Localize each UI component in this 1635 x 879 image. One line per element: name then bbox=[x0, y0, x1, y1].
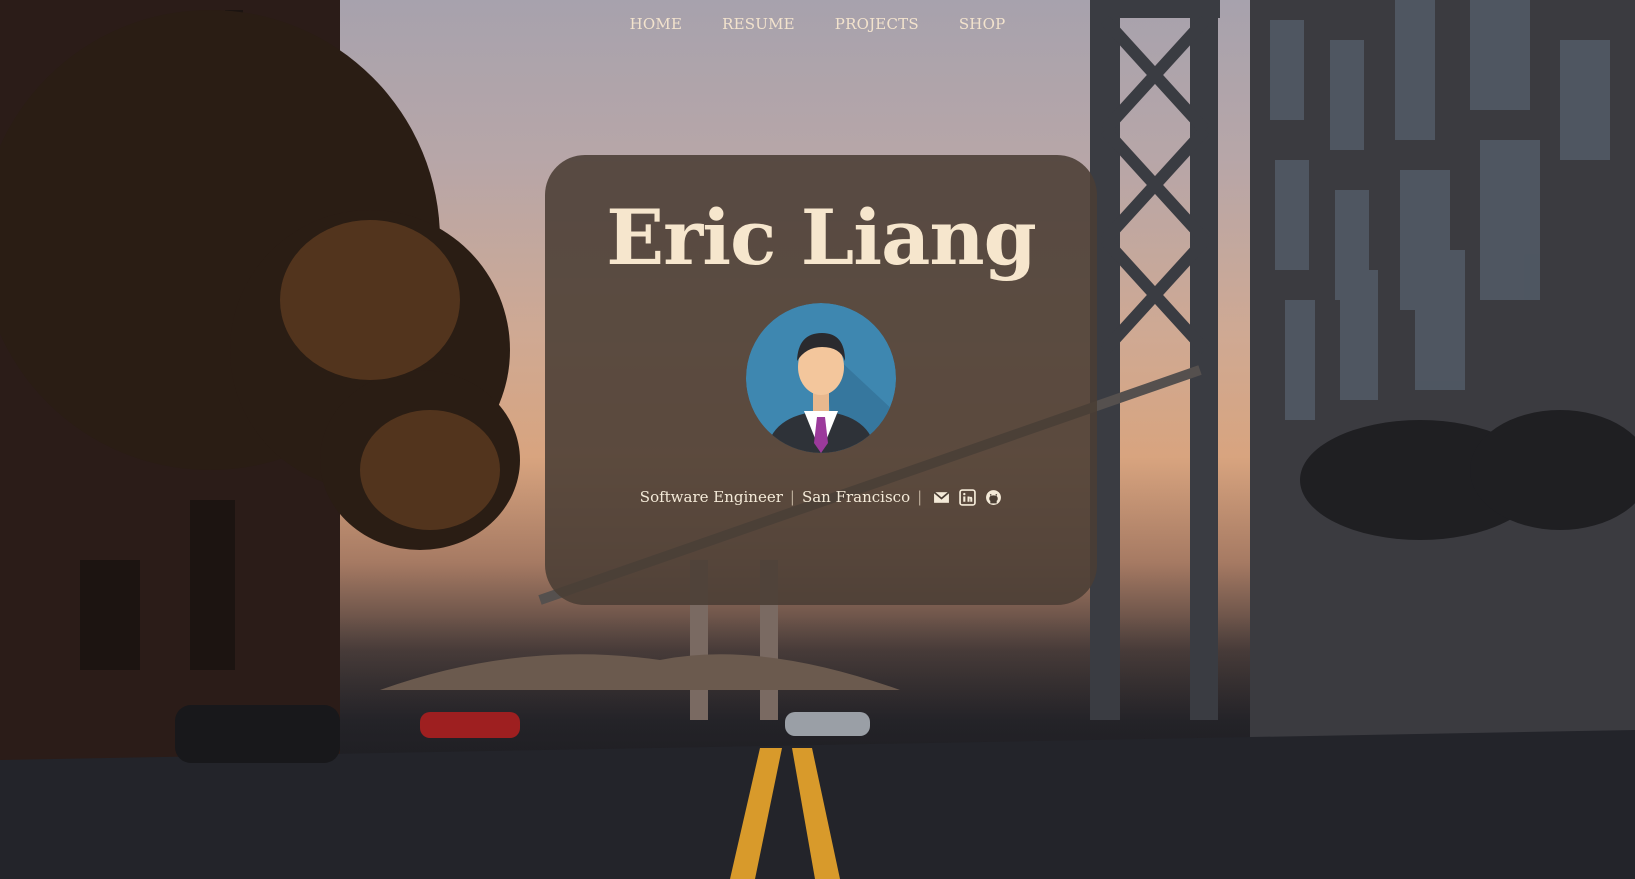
profile-name: Eric Liang bbox=[606, 193, 1037, 282]
github-icon[interactable] bbox=[985, 489, 1002, 506]
nav-home-link[interactable]: HOME bbox=[630, 15, 683, 33]
top-nav: HOME RESUME PROJECTS SHOP bbox=[0, 0, 1635, 48]
profile-card: Eric Liang Software Engineer | San Franc… bbox=[545, 155, 1097, 605]
separator: | bbox=[789, 488, 795, 506]
profile-location: San Francisco bbox=[801, 488, 911, 506]
linkedin-icon[interactable] bbox=[959, 488, 976, 506]
nav-projects-link[interactable]: PROJECTS bbox=[835, 15, 919, 33]
nav-shop-link[interactable]: SHOP bbox=[959, 15, 1006, 33]
profile-role: Software Engineer bbox=[639, 488, 783, 506]
envelope-icon[interactable] bbox=[933, 489, 950, 506]
avatar-icon bbox=[746, 303, 896, 453]
separator: | bbox=[917, 488, 923, 506]
profile-tagline: Software Engineer | San Francisco | bbox=[545, 488, 1097, 506]
nav-resume-link[interactable]: RESUME bbox=[722, 15, 795, 33]
avatar bbox=[746, 303, 896, 453]
